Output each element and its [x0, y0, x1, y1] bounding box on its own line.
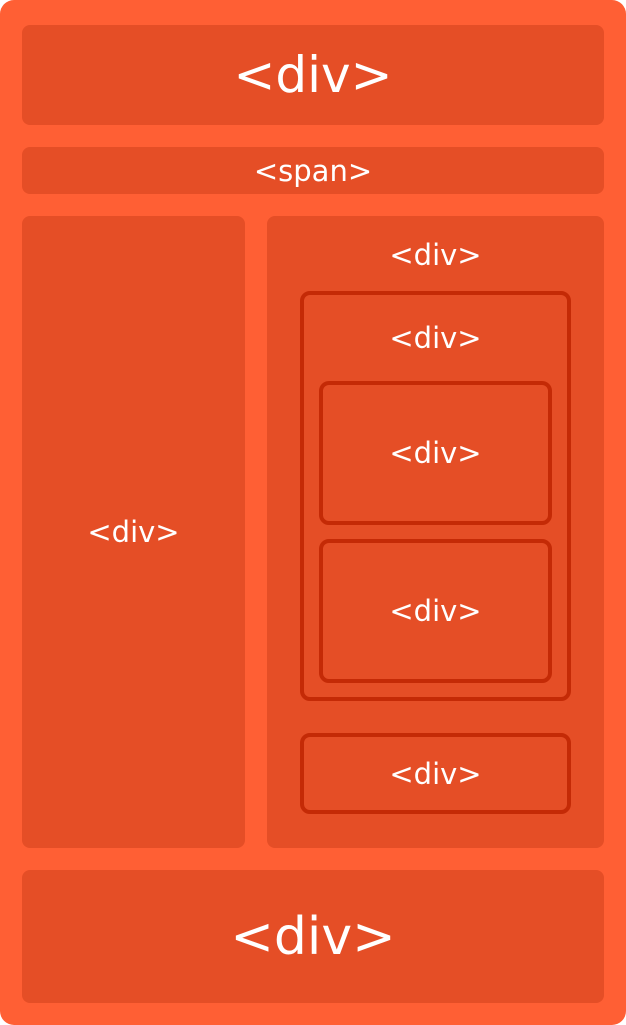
right-bottom-div-label: <div> — [389, 756, 482, 791]
span-label: <span> — [253, 153, 373, 188]
left-column-div-label: <div> — [87, 515, 180, 549]
inner-child-div-1: <div> — [319, 381, 552, 525]
inner-container-div-outline: <div> <div> <div> — [300, 291, 571, 701]
header-div-label: <div> — [233, 46, 393, 104]
inner-child-div-1-label: <div> — [389, 436, 482, 470]
span-block: <span> — [22, 147, 604, 194]
diagram-frame: <div> <span> <div> <div> <div> <div> <di… — [0, 0, 626, 1025]
inner-child-div-2: <div> — [319, 539, 552, 683]
footer-div-label: <div> — [230, 906, 396, 967]
left-column-div-block: <div> — [22, 216, 245, 848]
right-column-div-block: <div> <div> <div> <div> <div> — [267, 216, 604, 848]
inner-container-div-label: <div> — [389, 321, 482, 355]
inner-child-div-2-label: <div> — [389, 594, 482, 628]
right-bottom-div-outline: <div> — [300, 733, 571, 814]
header-div-block: <div> — [22, 25, 604, 125]
right-column-div-label: <div> — [389, 238, 482, 272]
footer-div-block: <div> — [22, 870, 604, 1003]
